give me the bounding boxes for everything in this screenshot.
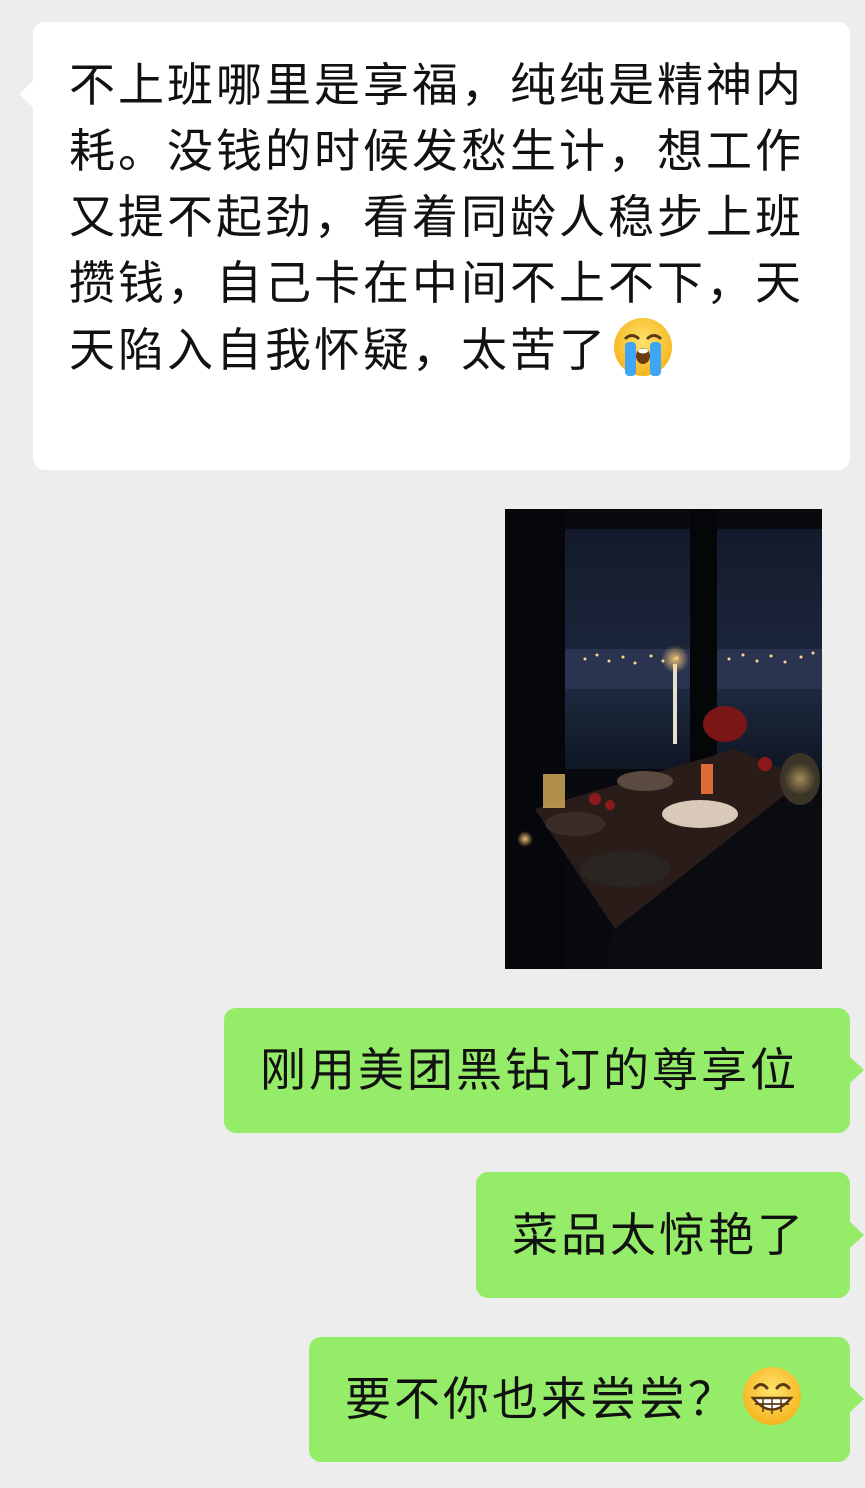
- outgoing-message-bubble[interactable]: 菜品太惊艳了: [476, 1172, 864, 1298]
- restaurant-night-dinner-photo[interactable]: [505, 509, 822, 969]
- crying-face-emoji-icon: [612, 316, 674, 395]
- bubble-tail: [849, 1385, 864, 1413]
- outgoing-message-bubble[interactable]: 要不你也来尝尝？: [309, 1337, 864, 1462]
- chat-area: 不上班哪里是享福，纯纯是精神内耗。没钱的时候发愁生计，想工作又提不起劲，看着同龄…: [0, 0, 865, 1488]
- outgoing-message-bubble[interactable]: 刚用美团黑钻订的尊享位: [224, 1008, 864, 1133]
- message-text: 菜品太惊艳了: [512, 1208, 806, 1262]
- grinning-face-emoji-icon: [741, 1349, 803, 1474]
- message-text: 要不你也来尝尝？: [345, 1372, 737, 1426]
- message-text: 不上班哪里是享福，纯纯是精神内耗。没钱的时候发愁生计，想工作又提不起劲，看着同龄…: [69, 58, 804, 377]
- bubble-tail: [19, 80, 34, 108]
- bubble-tail: [849, 1221, 864, 1249]
- message-text: 刚用美团黑钻订的尊享位: [260, 1043, 799, 1097]
- bubble-tail: [849, 1056, 864, 1084]
- incoming-message-bubble[interactable]: 不上班哪里是享福，纯纯是精神内耗。没钱的时候发愁生计，想工作又提不起劲，看着同龄…: [19, 22, 850, 470]
